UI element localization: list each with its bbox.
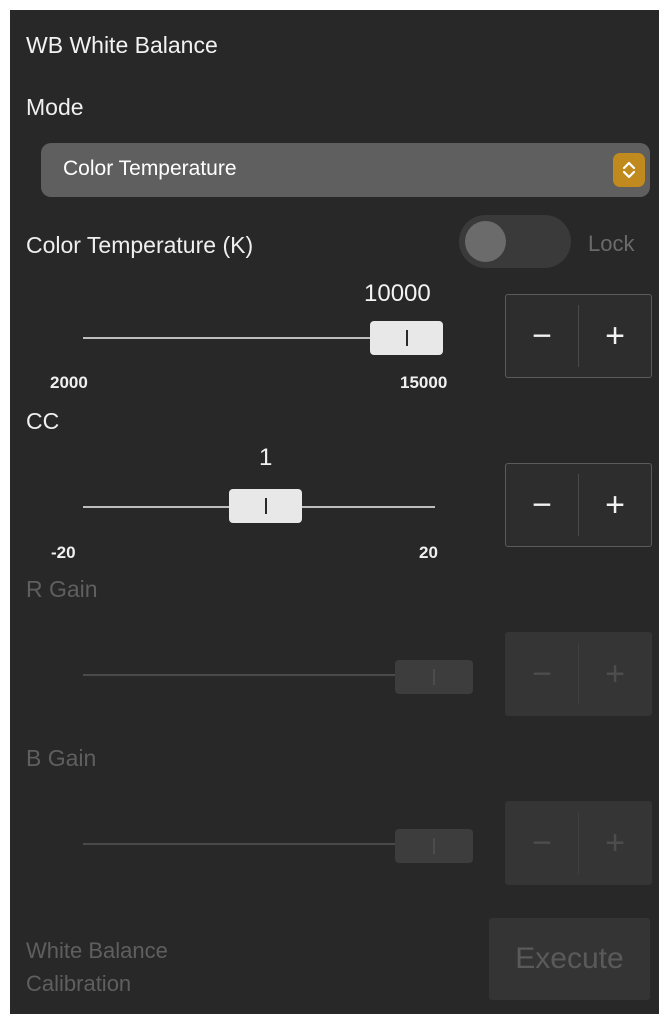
thumb-grip xyxy=(405,330,408,346)
color-temperature-value: 10000 xyxy=(364,280,431,307)
cc-max-label: 20 xyxy=(419,543,438,562)
calibration-label-line1: White Balance xyxy=(26,938,168,963)
decrement-button[interactable]: − xyxy=(506,802,578,884)
toggle-knob xyxy=(465,221,506,262)
calibration-label-line2: Calibration xyxy=(26,971,132,996)
lock-toggle[interactable] xyxy=(459,215,571,268)
execute-button[interactable]: Execute xyxy=(489,918,650,1000)
white-balance-calibration-label: White Balance Calibration xyxy=(26,934,168,1000)
increment-button[interactable]: + xyxy=(579,633,651,715)
mode-dropdown-value: Color Temperature xyxy=(63,157,237,180)
mode-label: Mode xyxy=(26,94,84,120)
thumb-grip xyxy=(433,669,435,685)
r-gain-stepper[interactable]: − + xyxy=(505,632,652,716)
mode-dropdown[interactable]: Color Temperature xyxy=(41,143,650,197)
thumb-grip xyxy=(264,498,267,514)
lock-label: Lock xyxy=(588,231,635,256)
cc-stepper[interactable]: − + xyxy=(505,463,652,547)
color-temperature-max-label: 15000 xyxy=(400,373,448,392)
cc-label: CC xyxy=(26,408,60,434)
b-gain-label: B Gain xyxy=(26,745,97,771)
color-temperature-min-label: 2000 xyxy=(50,373,88,392)
color-temperature-label: Color Temperature (K) xyxy=(26,232,254,258)
r-gain-label: R Gain xyxy=(26,576,98,602)
panel-title: WB White Balance xyxy=(26,32,218,58)
decrement-button[interactable]: − xyxy=(506,633,578,715)
increment-button[interactable]: + xyxy=(579,464,651,546)
b-gain-slider-thumb[interactable] xyxy=(395,829,473,863)
decrement-button[interactable]: − xyxy=(506,464,578,546)
color-temperature-stepper[interactable]: − + xyxy=(505,294,652,378)
decrement-button[interactable]: − xyxy=(506,295,578,377)
color-temperature-slider-thumb[interactable] xyxy=(370,321,443,355)
chevron-up-down-icon[interactable] xyxy=(613,153,645,187)
cc-slider-thumb[interactable] xyxy=(229,489,302,523)
cc-value: 1 xyxy=(259,444,273,471)
white-balance-panel: WB White Balance Mode Color Temperature … xyxy=(10,10,659,1014)
increment-button[interactable]: + xyxy=(579,295,651,377)
thumb-grip xyxy=(433,838,435,854)
b-gain-stepper[interactable]: − + xyxy=(505,801,652,885)
cc-min-label: -20 xyxy=(51,543,76,562)
r-gain-slider-thumb[interactable] xyxy=(395,660,473,694)
increment-button[interactable]: + xyxy=(579,802,651,884)
